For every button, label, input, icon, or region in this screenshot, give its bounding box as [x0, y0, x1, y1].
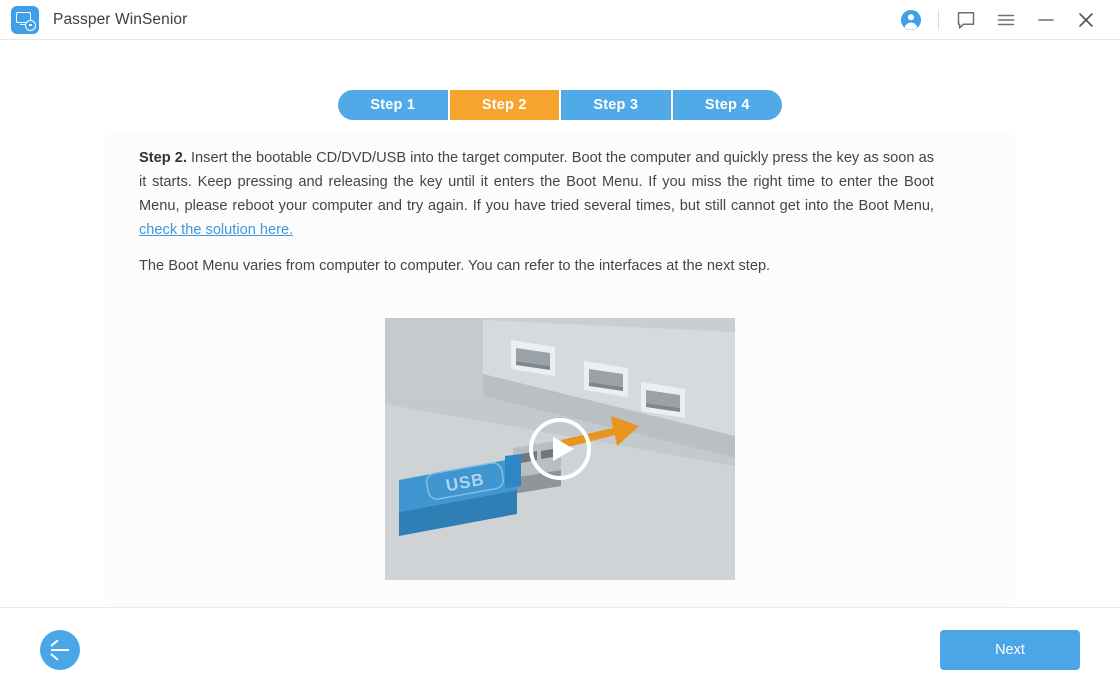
- step-tab-4[interactable]: Step 4: [672, 90, 782, 120]
- close-icon[interactable]: [1066, 0, 1106, 40]
- lock-badge-shape: [25, 19, 36, 31]
- usb-insertion-video-thumbnail[interactable]: USB: [385, 318, 735, 580]
- window-controls: [891, 0, 1120, 40]
- instruction-paragraph-2: The Boot Menu varies from computer to co…: [139, 258, 771, 274]
- instruction-text-1: Insert the bootable CD/DVD/USB into the …: [139, 150, 934, 214]
- solution-link[interactable]: check the solution here.: [139, 222, 293, 238]
- app-title: Passper WinSenior: [53, 10, 188, 28]
- menu-icon[interactable]: [986, 0, 1026, 40]
- instruction-paragraph-1: Step 2. Insert the bootable CD/DVD/USB i…: [139, 146, 934, 242]
- titlebar-divider: [938, 9, 939, 30]
- feedback-icon[interactable]: [946, 0, 986, 40]
- content-panel: Step 2. Insert the bootable CD/DVD/USB i…: [105, 130, 1015, 607]
- arrow-left-icon: [51, 649, 69, 651]
- step-progress-bar: Step 1 Step 2 Step 3 Step 4: [338, 90, 782, 120]
- title-bar: Passper WinSenior: [0, 0, 1120, 40]
- minimize-icon[interactable]: [1026, 0, 1066, 40]
- account-icon[interactable]: [891, 0, 931, 40]
- step-label: Step 2.: [139, 150, 187, 166]
- next-button[interactable]: Next: [940, 630, 1080, 670]
- footer-divider: [0, 607, 1120, 608]
- play-icon[interactable]: [529, 418, 591, 480]
- back-button[interactable]: [40, 630, 80, 670]
- step-tab-1[interactable]: Step 1: [338, 90, 450, 120]
- step-tab-3[interactable]: Step 3: [561, 90, 673, 120]
- monitor-lock-icon: [11, 5, 39, 34]
- step-tab-2[interactable]: Step 2: [449, 90, 561, 120]
